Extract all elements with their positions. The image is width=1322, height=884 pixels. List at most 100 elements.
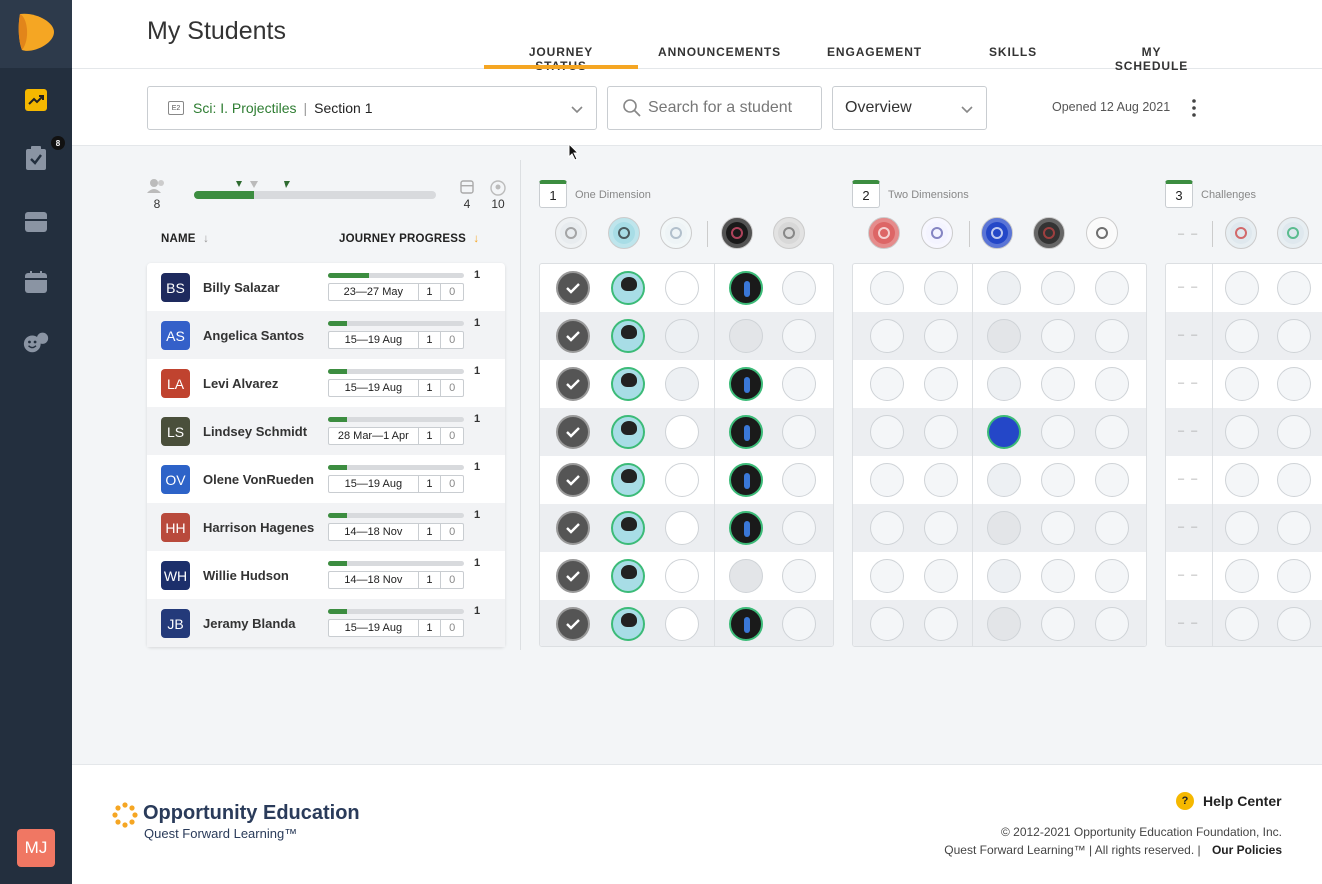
quest-status-cell[interactable] — [556, 463, 590, 497]
quest-status-cell[interactable] — [1041, 319, 1075, 353]
quest-status-cell[interactable] — [1095, 511, 1129, 545]
quest-status-cell[interactable] — [729, 271, 763, 305]
quest-status-cell[interactable] — [1095, 319, 1129, 353]
quest-status-cell[interactable] — [556, 367, 590, 401]
student-name[interactable]: Lindsey Schmidt — [203, 424, 307, 439]
quest-icon[interactable] — [1225, 217, 1257, 249]
quest-status-cell[interactable] — [665, 271, 699, 305]
quest-status-cell[interactable] — [924, 367, 958, 401]
quest-status-cell[interactable] — [924, 271, 958, 305]
quest-status-cell[interactable] — [556, 511, 590, 545]
quest-status-cell[interactable] — [556, 559, 590, 593]
quest-status-cell[interactable] — [1095, 271, 1129, 305]
quest-status-cell[interactable] — [870, 319, 904, 353]
quest-status-cell[interactable] — [729, 319, 763, 353]
student-name[interactable]: Jeramy Blanda — [203, 616, 296, 631]
app-logo[interactable] — [0, 0, 72, 68]
course-selector[interactable]: E2 Sci: I. Projectiles | Section 1 — [147, 86, 597, 130]
quest-status-cell[interactable] — [870, 559, 904, 593]
current-week[interactable]: 15—19 Aug 1 0 — [328, 331, 464, 349]
nav-calendar[interactable] — [22, 268, 50, 296]
nav-assignments[interactable] — [22, 144, 50, 172]
quest-status-cell[interactable] — [782, 319, 816, 353]
quest-status-cell[interactable] — [665, 607, 699, 641]
quest-status-cell[interactable] — [782, 367, 816, 401]
quest-status-cell[interactable] — [987, 271, 1021, 305]
current-week[interactable]: 28 Mar—1 Apr 1 0 — [328, 427, 464, 445]
student-row[interactable]: AS Angelica Santos 1 15—19 Aug 1 0 — [147, 311, 505, 359]
quest-status-cell[interactable] — [1277, 271, 1311, 305]
quest-status-cell[interactable] — [611, 319, 645, 353]
help-center-link[interactable]: ? Help Center — [1176, 792, 1282, 810]
quest-status-cell[interactable] — [611, 463, 645, 497]
quest-status-cell[interactable] — [1277, 415, 1311, 449]
quest-status-cell[interactable] — [924, 607, 958, 641]
quest-status-cell[interactable] — [1041, 559, 1075, 593]
quest-status-cell[interactable] — [1277, 319, 1311, 353]
quest-icon[interactable] — [921, 217, 953, 249]
quest-status-cell[interactable] — [782, 607, 816, 641]
policies-link[interactable]: Our Policies — [1212, 843, 1282, 857]
quest-status-cell[interactable] — [1041, 463, 1075, 497]
quest-status-cell[interactable] — [1277, 511, 1311, 545]
quest-status-cell[interactable] — [870, 367, 904, 401]
quest-status-cell[interactable] — [782, 271, 816, 305]
quest-status-cell[interactable] — [870, 463, 904, 497]
quest-status-cell[interactable] — [987, 463, 1021, 497]
quest-icon[interactable] — [773, 217, 805, 249]
quest-status-cell[interactable] — [1225, 415, 1259, 449]
search-input[interactable]: Search for a student — [648, 99, 792, 117]
quest-status-cell[interactable] — [1041, 607, 1075, 641]
quest-status-cell[interactable] — [729, 607, 763, 641]
student-row[interactable]: OV Olene VonRueden 1 15—19 Aug 1 0 — [147, 455, 505, 503]
quest-status-cell[interactable] — [987, 607, 1021, 641]
current-week[interactable]: 15—19 Aug 1 0 — [328, 475, 464, 493]
quest-status-cell[interactable] — [782, 415, 816, 449]
nav-dashboard[interactable] — [22, 86, 50, 114]
quest-status-cell[interactable] — [665, 559, 699, 593]
student-name[interactable]: Billy Salazar — [203, 280, 280, 295]
student-name[interactable]: Levi Alvarez — [203, 376, 278, 391]
current-week[interactable]: 15—19 Aug 1 0 — [328, 379, 464, 397]
student-name[interactable]: Angelica Santos — [203, 328, 304, 343]
quest-status-cell[interactable] — [611, 607, 645, 641]
quest-status-cell[interactable] — [729, 367, 763, 401]
quest-status-cell[interactable] — [1041, 367, 1075, 401]
current-week[interactable]: 14—18 Nov 1 0 — [328, 523, 464, 541]
tab-announcements[interactable]: ANNOUNCEMENTS — [658, 45, 780, 69]
student-name[interactable]: Olene VonRueden — [203, 472, 314, 487]
quest-status-cell[interactable] — [665, 415, 699, 449]
quest-status-cell[interactable] — [611, 367, 645, 401]
progress-column-header[interactable]: JOURNEY PROGRESS ↓ — [339, 233, 479, 245]
quest-status-cell[interactable] — [1041, 271, 1075, 305]
quest-status-cell[interactable] — [987, 367, 1021, 401]
current-week[interactable]: 14—18 Nov 1 0 — [328, 571, 464, 589]
student-row[interactable]: WH Willie Hudson 1 14—18 Nov 1 0 — [147, 551, 505, 599]
student-row[interactable]: LA Levi Alvarez 1 15—19 Aug 1 0 — [147, 359, 505, 407]
quest-icon[interactable] — [555, 217, 587, 249]
nav-courses[interactable] — [22, 208, 50, 236]
quest-status-cell[interactable] — [1095, 367, 1129, 401]
student-name[interactable]: Willie Hudson — [203, 568, 289, 583]
student-row[interactable]: HH Harrison Hagenes 1 14—18 Nov 1 0 — [147, 503, 505, 551]
quest-status-cell[interactable] — [1225, 559, 1259, 593]
quest-status-cell[interactable] — [1277, 367, 1311, 401]
quest-icon[interactable] — [608, 217, 640, 249]
quest-status-cell[interactable] — [665, 319, 699, 353]
quest-status-cell[interactable] — [924, 511, 958, 545]
student-name[interactable]: Harrison Hagenes — [203, 520, 314, 535]
quest-status-cell[interactable] — [1095, 463, 1129, 497]
quest-status-cell[interactable] — [924, 559, 958, 593]
quest-status-cell[interactable] — [870, 271, 904, 305]
quest-status-cell[interactable] — [665, 463, 699, 497]
quest-status-cell[interactable] — [1225, 319, 1259, 353]
quest-icon[interactable] — [1277, 217, 1309, 249]
quest-status-cell[interactable] — [987, 319, 1021, 353]
student-row[interactable]: JB Jeramy Blanda 1 15—19 Aug 1 0 — [147, 599, 505, 647]
quest-status-cell[interactable] — [556, 415, 590, 449]
quest-status-cell[interactable] — [1041, 511, 1075, 545]
quest-status-cell[interactable] — [870, 607, 904, 641]
quest-status-cell[interactable] — [729, 415, 763, 449]
quest-status-cell[interactable] — [987, 559, 1021, 593]
quest-status-cell[interactable] — [1225, 607, 1259, 641]
